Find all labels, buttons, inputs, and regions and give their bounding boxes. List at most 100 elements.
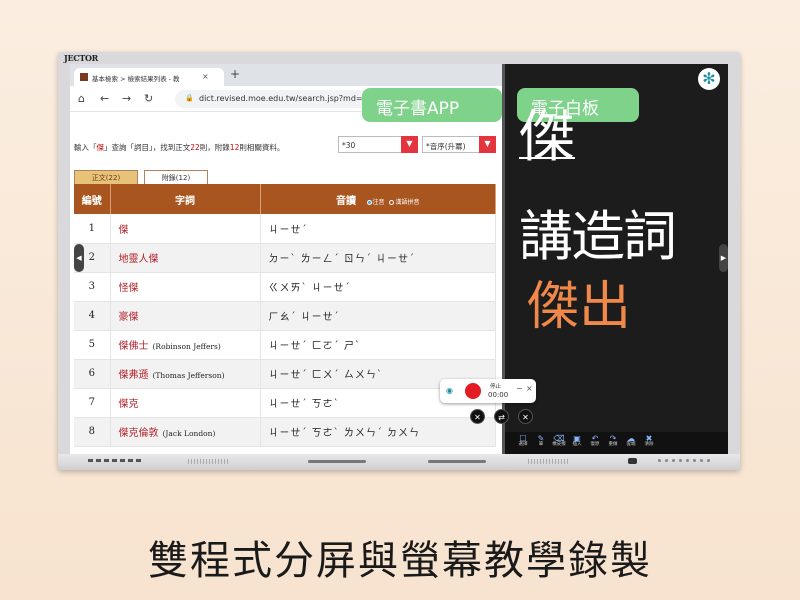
tab-appendix[interactable]: 附錄(12) (144, 170, 208, 184)
toolbar-tool[interactable]: ☁ 雲端 (623, 435, 639, 454)
row-word-text[interactable]: 傑克 (119, 399, 139, 410)
new-tab-button[interactable]: + (230, 67, 240, 81)
radio-zhuyin-icon[interactable] (366, 199, 372, 205)
browser-pane: 基本檢索 > 檢索結果列表 - 教 × + ⌂ ← → ↻ 🔒 dict.rev… (70, 64, 502, 454)
url-text: dict.revised.moe.edu.tw/search.jsp?md=1& (199, 94, 374, 103)
header-word: 字詞 (110, 184, 261, 214)
tool-label: 插入 (572, 442, 582, 447)
toolbar-tool[interactable]: ☐ 選擇 (515, 435, 531, 454)
table-row[interactable]: 7 傑克 ㄐㄧㄝˊ ㄎㄜˋ (74, 388, 496, 418)
whiteboard-logo-icon[interactable]: ✻ (698, 68, 720, 90)
tool-label: 選擇 (518, 442, 528, 447)
row-word[interactable]: 豪傑 (110, 301, 261, 331)
toolbar-tool[interactable]: ⌫ 橡皮擦 (551, 435, 567, 454)
row-word-english: (Robinson Jeffers) (152, 342, 221, 351)
legend-pinyin: 漢語拼音 (395, 198, 420, 206)
row-word[interactable]: 傑佛士 (Robinson Jeffers) (110, 330, 261, 360)
dictionary-page: 輸入「傑」查詢「詞目」，找到正文22則，附錄12則相關資料。 *30 ▼ *音序… (70, 112, 502, 454)
toolbar-tool[interactable]: ↷ 重做 (605, 435, 621, 454)
table-row[interactable]: 3 怪傑 ㄍㄨㄞˋ ㄐㄧㄝˊ (74, 272, 496, 302)
sort-select[interactable]: *音序(升冪) ▼ (422, 136, 496, 153)
row-word-text[interactable]: 傑克倫敦 (119, 428, 159, 439)
whiteboard-pane[interactable]: 電子白板 ✻ 傑 講造詞 傑出 ▶ ☐ 選擇 ✎ 筆 ⌫ 橡皮擦 ▣ 插入 ↶ 復原 ↷ 重做 ☁ 雲端 ✖… (505, 64, 728, 454)
table-row[interactable]: 5 傑佛士 (Robinson Jeffers) ㄐㄧㄝˊ ㄈㄛˊ ㄕˋ (74, 330, 496, 360)
reload-icon[interactable]: ↻ (144, 92, 153, 105)
sort-value: *音序(升冪) (426, 142, 466, 151)
front-buttons (658, 459, 710, 462)
right-edge-handle-icon[interactable]: ▶ (719, 244, 728, 272)
toolbar-tool[interactable]: ✎ 筆 (533, 435, 549, 454)
appendix-count: 12 (229, 143, 240, 152)
row-word-text[interactable]: 傑佛士 (119, 341, 149, 352)
table-row[interactable]: 8 傑克倫敦 (Jack London) ㄐㄧㄝˊ ㄎㄜˋ ㄌㄨㄣˊ ㄉㄨㄣ (74, 417, 496, 447)
per-page-value: *30 (342, 141, 356, 150)
power-button[interactable] (628, 458, 637, 464)
row-word[interactable]: 地靈人傑 (110, 243, 261, 273)
row-word[interactable]: 傑克倫敦 (Jack London) (110, 417, 261, 447)
row-pronunciation: ㄏㄠˊ ㄐㄧㄝˊ (260, 301, 496, 331)
table-row[interactable]: 2 地靈人傑 ㄉㄧˋ ㄌㄧㄥˊ ㄖㄣˊ ㄐㄧㄝˊ (74, 243, 496, 273)
toolbar-tool[interactable]: ↶ 復原 (587, 435, 603, 454)
row-word[interactable]: 怪傑 (110, 272, 261, 302)
monitor-brand: JECTOR (64, 53, 99, 63)
info-suffix: 則相關資料。 (239, 143, 285, 152)
front-ports (88, 459, 141, 462)
row-word[interactable]: 傑 (110, 214, 261, 244)
row-number: 1 (74, 214, 111, 244)
info-mid1: 」查詢「詞目」，找到正文 (104, 143, 191, 152)
record-button[interactable] (465, 383, 481, 399)
row-pronunciation: ㄐㄧㄝˊ (260, 214, 496, 244)
display-monitor: JECTOR 基本檢索 > 檢索結果列表 - 教 × + ⌂ ← → ↻ 🔒 d… (58, 52, 740, 470)
search-summary: 輸入「傑」查詢「詞目」，找到正文22則，附錄12則相關資料。 (74, 142, 284, 153)
row-word-text[interactable]: 地靈人傑 (119, 254, 159, 265)
speaker-grill (188, 459, 228, 464)
swap-icon[interactable]: ⇄ (494, 409, 509, 424)
tool-label: 復原 (590, 442, 600, 447)
pen-holder (428, 460, 486, 463)
row-word-text[interactable]: 怪傑 (119, 283, 139, 294)
chevron-down-icon: ▼ (479, 136, 496, 153)
row-pronunciation: ㄉㄧˋ ㄌㄧㄥˊ ㄖㄣˊ ㄐㄧㄝˊ (260, 243, 496, 273)
pen-holder (308, 460, 366, 463)
toolbar-tool[interactable]: ✖ 清除 (641, 435, 657, 454)
home-icon[interactable]: ⌂ (78, 92, 85, 105)
row-number: 4 (74, 301, 111, 331)
toolbar-tool[interactable]: ▣ 插入 (569, 435, 585, 454)
main-count: 22 (190, 143, 200, 152)
tool-label: 清除 (644, 442, 654, 447)
close-split-icon[interactable]: ✕ (518, 409, 533, 424)
row-word-text[interactable]: 豪傑 (119, 312, 139, 323)
row-word-english: (Thomas Jefferson) (152, 371, 225, 380)
table-row[interactable]: 6 傑弗遜 (Thomas Jefferson) ㄐㄧㄝˊ ㄈㄨˊ ㄙㄨㄣˋ (74, 359, 496, 389)
tool-label: 重做 (608, 442, 618, 447)
recorder-close-icon[interactable]: × (526, 384, 533, 393)
recorder-label: 停止 (490, 384, 502, 390)
left-edge-handle-icon[interactable]: ◀ (74, 244, 84, 272)
row-word-text[interactable]: 傑弗遜 (119, 370, 149, 381)
tab-main[interactable]: 正文(22) (74, 170, 138, 184)
back-icon[interactable]: ← (100, 92, 109, 105)
recorder-minimize-button[interactable]: − (516, 384, 523, 393)
tool-label: 橡皮擦 (552, 442, 566, 447)
per-page-select[interactable]: *30 ▼ (338, 136, 418, 153)
handwriting-line3: 傑出 (527, 277, 632, 337)
whiteboard-toolbar: ☐ 選擇 ✎ 筆 ⌫ 橡皮擦 ▣ 插入 ↶ 復原 ↷ 重做 ☁ 雲端 ✖ 清除 (505, 432, 728, 454)
forward-icon[interactable]: → (122, 92, 131, 105)
tab-close-icon[interactable]: × (202, 72, 209, 81)
row-word-text[interactable]: 傑 (119, 225, 129, 236)
chevron-down-icon: ▼ (401, 136, 418, 153)
row-word[interactable]: 傑弗遜 (Thomas Jefferson) (110, 359, 261, 389)
row-number: 3 (74, 272, 111, 302)
close-icon[interactable]: ✕ (470, 409, 485, 424)
lock-icon: 🔒 (185, 94, 194, 102)
tool-label: 筆 (538, 442, 544, 447)
table-row[interactable]: 1 傑 ㄐㄧㄝˊ (74, 214, 496, 244)
row-word[interactable]: 傑克 (110, 388, 261, 418)
header-num: 編號 (74, 184, 111, 214)
row-pronunciation: ㄐㄧㄝˊ ㄎㄜˋ ㄌㄨㄣˊ ㄉㄨㄣ (260, 417, 496, 447)
row-pronunciation: ㄍㄨㄞˋ ㄐㄧㄝˊ (260, 272, 496, 302)
table-row[interactable]: 4 豪傑 ㄏㄠˊ ㄐㄧㄝˊ (74, 301, 496, 331)
camera-icon[interactable]: ◉ (446, 386, 453, 395)
radio-pinyin-icon[interactable] (389, 199, 395, 205)
browser-tab[interactable]: 基本檢索 > 檢索結果列表 - 教 × (74, 68, 224, 86)
